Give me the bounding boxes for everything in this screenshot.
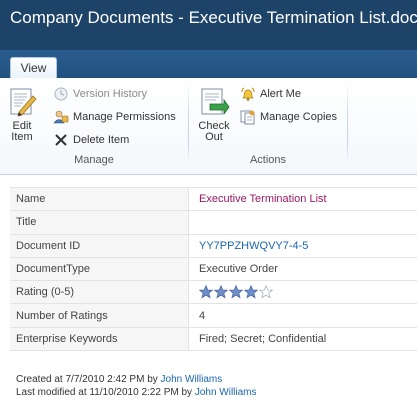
alert-bell-icon bbox=[241, 87, 255, 101]
modified-by-link[interactable]: John Williams bbox=[195, 387, 257, 398]
document-id-link[interactable]: YY7PPZHWQVY7-4-5 bbox=[199, 240, 308, 252]
star-filled-icon[interactable] bbox=[214, 285, 228, 299]
edit-item-icon bbox=[10, 88, 37, 117]
edit-item-label-2: Item bbox=[11, 131, 33, 143]
property-label: Number of Ratings bbox=[10, 303, 189, 328]
delete-x-icon bbox=[55, 134, 67, 146]
permissions-icon bbox=[53, 110, 69, 124]
star-filled-icon[interactable] bbox=[244, 285, 258, 299]
star-filled-icon[interactable] bbox=[229, 285, 243, 299]
created-text: Created at 7/7/2010 2:42 PM by bbox=[16, 374, 161, 385]
modified-text: Last modified at 11/10/2010 2:22 PM by bbox=[16, 386, 195, 398]
property-row-rating: Rating (0-5) bbox=[10, 280, 417, 304]
star-filled-icon[interactable] bbox=[199, 285, 213, 299]
delete-item-label: Delete Item bbox=[73, 134, 130, 147]
property-label: Enterprise Keywords bbox=[10, 327, 189, 351]
title-bar: Company Documents - Executive Terminatio… bbox=[0, 0, 417, 50]
alert-me-button[interactable]: Alert Me bbox=[240, 85, 301, 103]
ribbon-tab-strip: View bbox=[0, 50, 417, 79]
created-by-link[interactable]: John Williams bbox=[161, 374, 223, 385]
version-history-icon bbox=[54, 87, 68, 101]
property-row-enterprise-keywords: Enterprise Keywords Fired; Secret; Confi… bbox=[10, 327, 417, 351]
property-value: Fired; Secret; Confidential bbox=[199, 332, 327, 345]
check-out-button[interactable]: Check Out bbox=[196, 86, 232, 143]
check-out-label-2: Out bbox=[205, 131, 223, 143]
property-row-document-id: Document ID YY7PPZHWQVY7-4-5 bbox=[10, 234, 417, 258]
property-label: Rating (0-5) bbox=[10, 280, 189, 304]
star-empty-icon[interactable] bbox=[259, 285, 273, 299]
property-value bbox=[189, 211, 417, 234]
delete-item-button[interactable]: Delete Item bbox=[53, 131, 129, 149]
property-row-name: Name Executive Termination List bbox=[10, 187, 417, 211]
manage-copies-label: Manage Copies bbox=[260, 111, 338, 124]
created-line: Created at 7/7/2010 2:42 PM by John Will… bbox=[16, 374, 257, 387]
check-out-icon bbox=[201, 88, 230, 116]
property-row-title: Title bbox=[10, 210, 417, 235]
property-row-document-type: DocumentType Executive Order bbox=[10, 257, 417, 281]
tab-view[interactable]: View bbox=[10, 57, 57, 79]
manage-permissions-label: Manage Permissions bbox=[73, 111, 176, 124]
property-label: DocumentType bbox=[10, 257, 189, 281]
document-name-link[interactable]: Executive Termination List bbox=[199, 193, 327, 205]
group-separator bbox=[188, 82, 189, 168]
manage-permissions-button[interactable]: Manage Permissions bbox=[53, 108, 176, 126]
ribbon: Edit Item Version History Manage Permiss… bbox=[0, 78, 417, 175]
property-label: Title bbox=[10, 210, 189, 235]
property-value: Executive Order bbox=[199, 263, 278, 276]
edit-item-button[interactable]: Edit Item bbox=[6, 86, 38, 143]
item-footer: Created at 7/7/2010 2:42 PM by John Will… bbox=[16, 374, 257, 399]
modified-line: Last modified at 11/10/2010 2:22 PM by J… bbox=[16, 387, 257, 400]
manage-copies-button[interactable]: Manage Copies bbox=[240, 108, 337, 126]
property-value: 4 bbox=[199, 309, 206, 322]
version-history-button[interactable]: Version History bbox=[53, 85, 147, 103]
property-row-number-of-ratings: Number of Ratings 4 bbox=[10, 303, 417, 328]
version-history-label: Version History bbox=[73, 88, 147, 101]
properties-table: Name Executive Termination List Title Do… bbox=[10, 187, 417, 351]
group-separator bbox=[347, 82, 348, 168]
property-label: Document ID bbox=[10, 234, 189, 258]
group-label-manage: Manage bbox=[74, 154, 114, 166]
manage-copies-icon bbox=[240, 110, 255, 125]
group-label-actions: Actions bbox=[249, 154, 287, 166]
property-label: Name bbox=[10, 187, 189, 211]
alert-me-label: Alert Me bbox=[260, 88, 301, 101]
window-title: Company Documents - Executive Terminatio… bbox=[10, 8, 417, 27]
rating-stars[interactable] bbox=[199, 285, 273, 299]
